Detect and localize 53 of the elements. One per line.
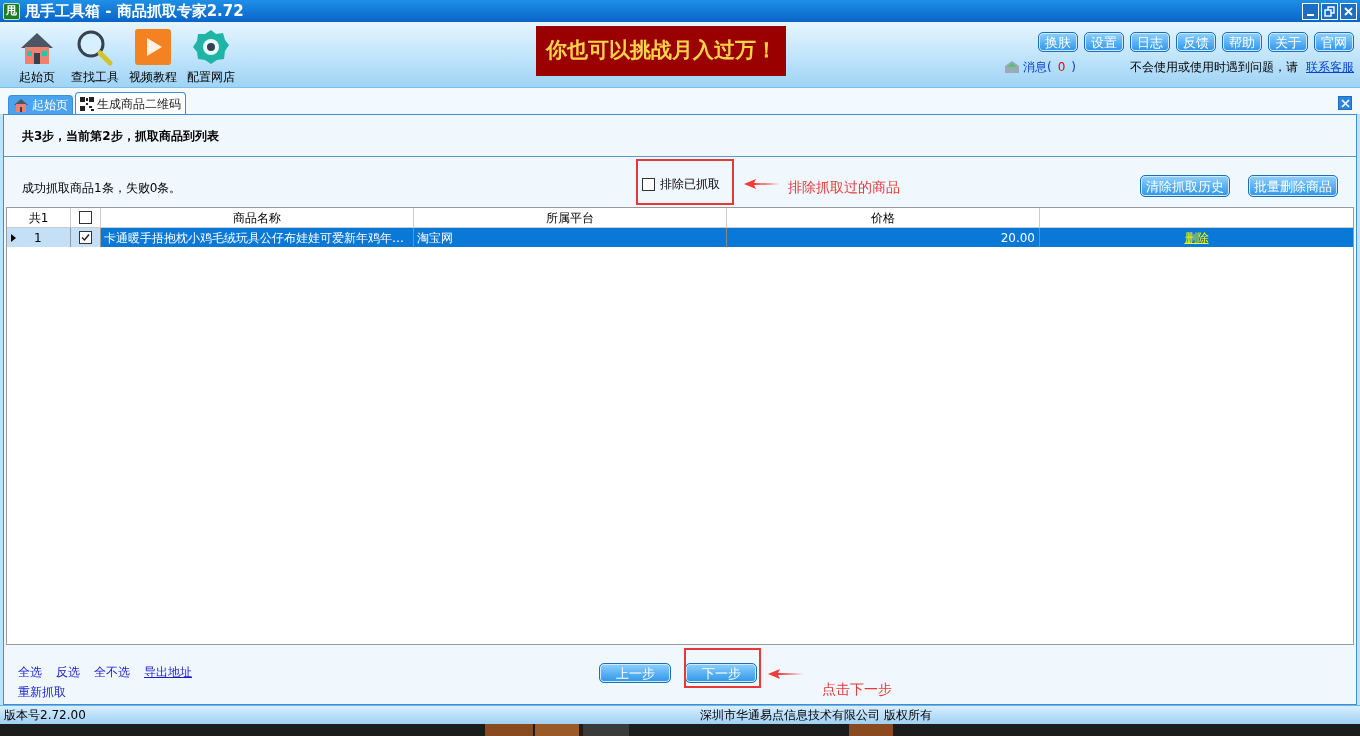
contact-support-link[interactable]: 联系客服 xyxy=(1306,58,1354,76)
toolbar-button[interactable]: 视频教程 xyxy=(124,28,182,86)
row-count-header: 共1 xyxy=(7,208,71,227)
annotation-text: 点击下一步 xyxy=(822,680,892,699)
messages-label[interactable]: 消息( xyxy=(1023,58,1052,76)
version-label: 版本号2.72.00 xyxy=(4,707,86,724)
current-row-icon xyxy=(11,233,16,242)
help-text: 不会使用或使用时遇到问题，请 xyxy=(1130,59,1298,76)
table-row[interactable]: 1 卡通暖手捂抱枕小鸡毛绒玩具公仔布娃娃可爱新年鸡年… 淘宝网 20.00 删除 xyxy=(7,228,1353,247)
close-tab-button[interactable] xyxy=(1338,96,1352,110)
result-summary: 成功抓取商品1条，失败0条。 xyxy=(22,180,182,197)
message-count: 0 xyxy=(1057,59,1066,76)
toolbar-button[interactable]: 查找工具 xyxy=(66,28,124,86)
list-action-link[interactable]: 导出地址 xyxy=(144,663,192,681)
play-icon xyxy=(134,28,172,66)
messages-paren: ) xyxy=(1071,59,1076,76)
exclude-label[interactable]: 排除已抓取 xyxy=(660,175,720,193)
copyright-text: 深圳市华通易点信息技术有限公司 版权所有 xyxy=(699,707,932,724)
table-cell: 20.00 xyxy=(727,228,1040,247)
toolbar-button[interactable]: 起始页 xyxy=(8,28,66,86)
close-icon xyxy=(1343,5,1354,17)
restore-icon xyxy=(1324,5,1335,17)
app-icon: 甩 xyxy=(3,2,20,20)
mail-icon xyxy=(1004,60,1020,74)
list-action-link[interactable]: 反选 xyxy=(56,663,80,681)
column-header[interactable]: 所属平台 xyxy=(414,208,727,227)
restore-button[interactable] xyxy=(1321,2,1338,20)
close-button[interactable] xyxy=(1340,2,1357,20)
toolbar-button[interactable]: 配置网店 xyxy=(182,28,240,86)
table-cell: 淘宝网 xyxy=(414,228,727,247)
tab[interactable]: 生成商品二维码 xyxy=(75,92,186,114)
list-action-link[interactable]: 全不选 xyxy=(94,663,130,681)
row-checkbox[interactable] xyxy=(79,231,92,244)
delete-link[interactable]: 删除 xyxy=(1184,228,1209,247)
minimize-icon xyxy=(1307,13,1314,16)
annotation-text: 排除抓取过的商品 xyxy=(788,178,900,197)
list-action-link[interactable]: 全选 xyxy=(18,663,42,681)
promo-banner-text: 你也可以挑战月入过万！ xyxy=(545,37,777,65)
window-title: 甩手工具箱 - 商品抓取专家2.72 xyxy=(25,0,244,22)
gear-icon xyxy=(192,28,230,66)
list-action-link[interactable]: 重新抓取 xyxy=(18,685,66,699)
select-all-checkbox[interactable] xyxy=(79,211,92,224)
close-icon xyxy=(1340,98,1350,108)
table-cell: 卡通暖手捂抱枕小鸡毛绒玩具公仔布娃娃可爱新年鸡年… xyxy=(101,228,414,247)
minimize-button[interactable] xyxy=(1302,2,1319,20)
exclude-checkbox[interactable] xyxy=(642,177,655,191)
qr-code-icon xyxy=(80,96,94,111)
magnifier-icon xyxy=(75,28,115,68)
column-header[interactable]: 商品名称 xyxy=(101,208,414,227)
column-header[interactable]: 价格 xyxy=(727,208,1040,227)
house-icon xyxy=(13,98,29,112)
row-number: 1 xyxy=(34,229,42,247)
step-title: 共3步，当前第2步，抓取商品到列表 xyxy=(22,127,219,145)
